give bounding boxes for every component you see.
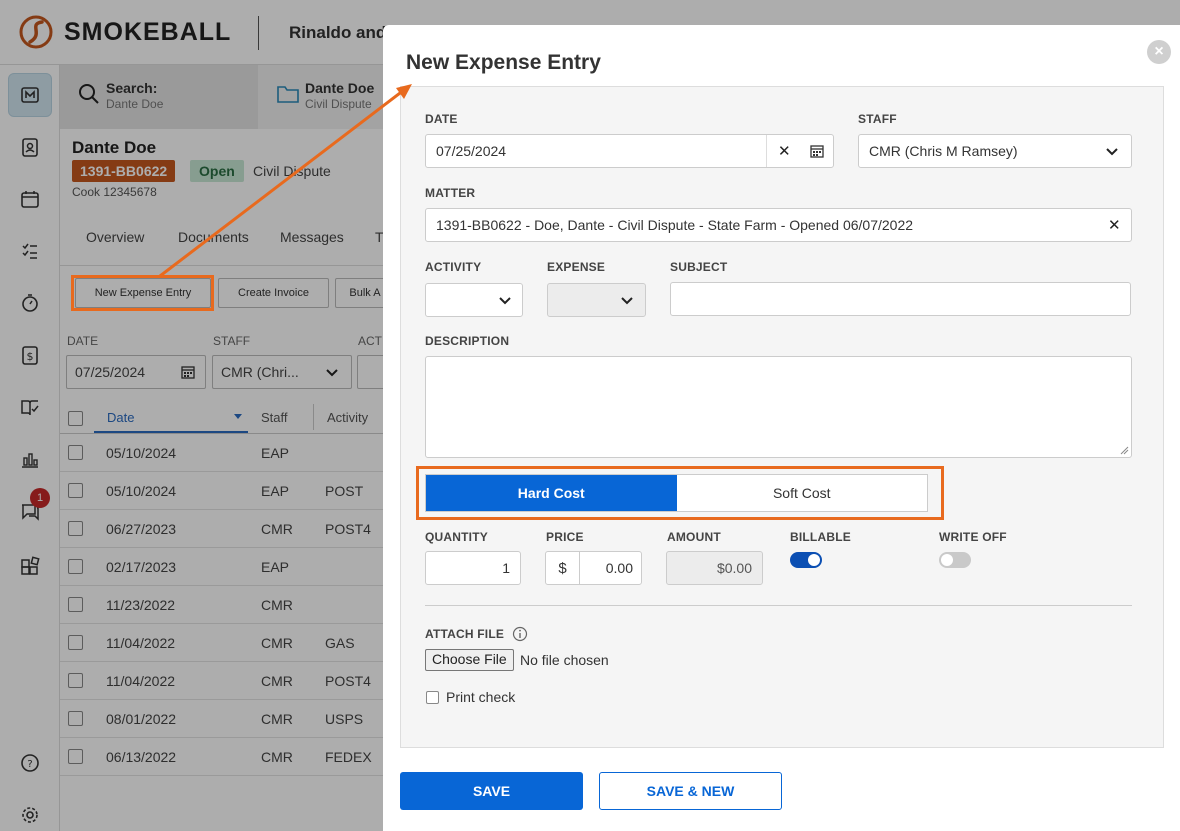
clear-date-icon[interactable]: ✕ — [778, 142, 791, 160]
date-value: 07/25/2024 — [436, 143, 507, 159]
chevron-down-icon — [621, 297, 633, 305]
quantity-value: 1 — [502, 560, 510, 576]
matter-label: MATTER — [425, 186, 476, 200]
print-check-checkbox[interactable] — [426, 691, 439, 704]
amount-value: $0.00 — [716, 560, 752, 576]
date-label: DATE — [425, 112, 458, 126]
date-input[interactable]: 07/25/2024 ✕ — [425, 134, 834, 168]
price-label: PRICE — [546, 530, 584, 544]
highlight-new-expense — [71, 275, 214, 311]
resize-handle-icon[interactable] — [1120, 446, 1129, 455]
price-value: 0.00 — [605, 560, 633, 576]
billable-toggle[interactable] — [790, 552, 822, 568]
info-icon[interactable] — [512, 626, 528, 642]
amount-label: AMOUNT — [667, 530, 721, 544]
toggle-knob — [808, 554, 820, 566]
activity-select[interactable] — [425, 283, 523, 317]
staff-select[interactable]: CMR (Chris M Ramsey) — [858, 134, 1132, 168]
subject-label: SUBJECT — [670, 260, 728, 274]
attach-file-label: ATTACH FILE — [425, 627, 505, 641]
billable-label: BILLABLE — [790, 530, 851, 544]
matter-value: 1391-BB0622 - Doe, Dante - Civil Dispute… — [436, 217, 914, 233]
save-button[interactable]: SAVE — [400, 772, 583, 810]
chevron-down-icon — [1106, 148, 1118, 156]
form-divider — [425, 605, 1132, 606]
write-off-label: WRITE OFF — [939, 530, 1007, 544]
quantity-input[interactable]: 1 — [425, 551, 521, 585]
choose-file-button[interactable]: Choose File — [425, 649, 514, 671]
highlight-cost-toggle — [416, 466, 944, 520]
save-and-new-button[interactable]: SAVE & NEW — [599, 772, 782, 810]
modal-title: New Expense Entry — [406, 51, 601, 74]
write-off-toggle[interactable] — [939, 552, 971, 568]
expense-select[interactable] — [547, 283, 646, 317]
calendar-icon[interactable] — [810, 144, 824, 158]
close-icon[interactable]: × — [1147, 40, 1171, 64]
print-check-label: Print check — [446, 689, 516, 705]
no-file-text: No file chosen — [520, 652, 609, 668]
chevron-down-icon — [499, 297, 511, 305]
expense-label: EXPENSE — [547, 260, 606, 274]
subject-input[interactable] — [670, 282, 1131, 316]
quantity-label: QUANTITY — [425, 530, 488, 544]
toggle-knob — [941, 554, 953, 566]
staff-label: STAFF — [858, 112, 897, 126]
field-divider — [766, 135, 767, 167]
clear-matter-icon[interactable]: ✕ — [1108, 216, 1121, 234]
currency-symbol: $ — [546, 552, 580, 584]
matter-input[interactable]: 1391-BB0622 - Doe, Dante - Civil Dispute… — [425, 208, 1132, 242]
description-textarea[interactable] — [425, 356, 1132, 458]
price-input[interactable]: $ 0.00 — [545, 551, 642, 585]
staff-value: CMR (Chris M Ramsey) — [869, 143, 1018, 159]
description-label: DESCRIPTION — [425, 334, 510, 348]
amount-field: $0.00 — [666, 551, 763, 585]
activity-label: ACTIVITY — [425, 260, 482, 274]
